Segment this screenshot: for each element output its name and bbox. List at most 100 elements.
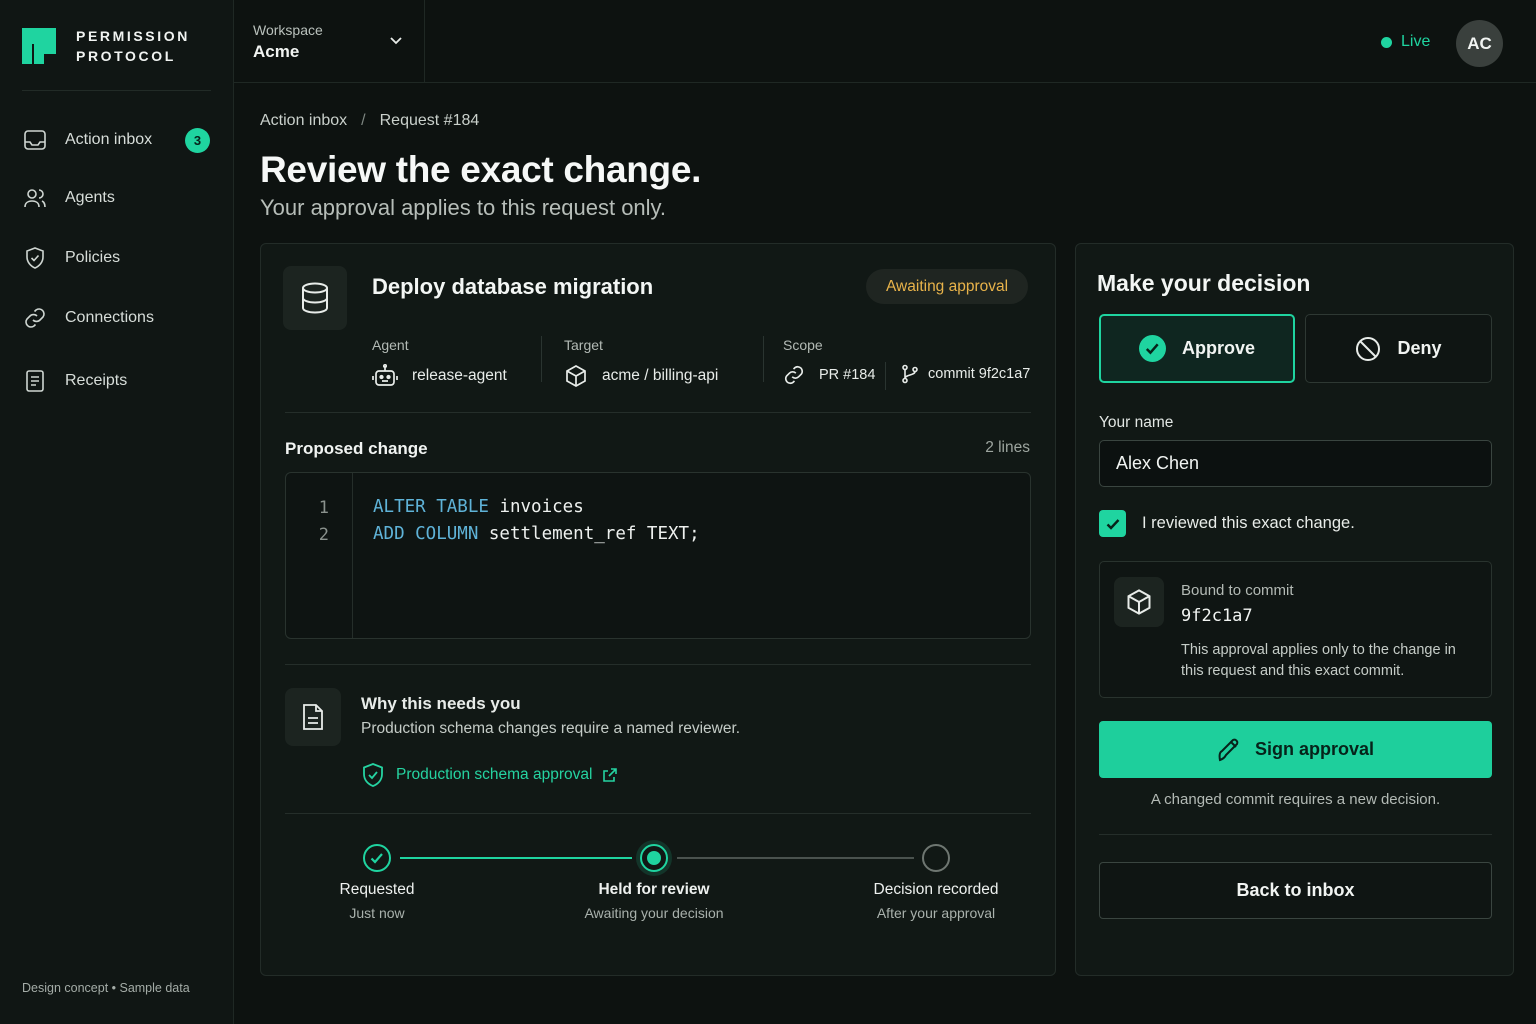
line-number: 2 <box>318 525 329 545</box>
target-label: Target <box>564 337 603 353</box>
bound-commit-label: Bound to commit <box>1181 582 1294 599</box>
step-held-sub: Awaiting your decision <box>584 905 724 921</box>
sign-approval-label: Sign approval <box>1254 739 1375 759</box>
step-pending-icon <box>922 844 950 872</box>
agent-label: Agent <box>372 337 409 353</box>
code-line: ADD COLUMN settlement_ref TEXT; <box>373 524 700 544</box>
page-title: Review the exact change. <box>260 149 702 190</box>
target-name: acme / billing-api <box>602 367 719 384</box>
reviewed-checkbox[interactable] <box>1099 510 1126 537</box>
section-divider <box>285 664 1031 665</box>
live-status: Live <box>1381 33 1430 51</box>
step-current-icon <box>640 844 668 872</box>
brand-line-1: PERMISSION <box>76 28 190 44</box>
status-badge: Awaiting approval <box>866 269 1029 304</box>
sidebar-item-receipts[interactable]: Receipts <box>22 361 212 401</box>
breadcrumb-parent-link[interactable]: Action inbox <box>260 112 347 130</box>
line-gutter: 1 2 <box>286 473 353 638</box>
deny-label: Deny <box>1397 338 1442 358</box>
workspace-switcher[interactable]: Workspace Acme <box>234 0 425 83</box>
inbox-icon <box>22 127 48 153</box>
sidebar-item-label: Connections <box>65 309 154 326</box>
back-to-inbox-button[interactable]: Back to inbox <box>1099 862 1492 919</box>
name-field[interactable] <box>1099 440 1492 487</box>
section-divider <box>285 412 1031 413</box>
chevron-down-icon <box>390 37 402 45</box>
git-branch-icon <box>902 364 918 384</box>
sidebar-footer: Design concept • Sample data <box>22 981 190 995</box>
sidebar-item-label: Receipts <box>65 372 128 389</box>
scope-pr[interactable]: PR #184 <box>783 364 875 386</box>
cube-icon <box>1114 577 1164 627</box>
robot-icon <box>372 364 398 386</box>
step-requested-icon <box>363 844 391 872</box>
link-icon <box>22 305 48 331</box>
sign-approval-button[interactable]: Sign approval <box>1099 721 1492 778</box>
code-line: ALTER TABLE invoices <box>373 497 584 517</box>
avatar[interactable]: AC <box>1456 20 1503 67</box>
decision-card: Make your decision Approve Deny Your nam… <box>1075 243 1514 976</box>
brand-logo[interactable]: PERMISSION PROTOCOL <box>22 26 190 66</box>
shield-icon <box>22 245 48 271</box>
sidebar-item-label: Agents <box>65 189 115 206</box>
deny-button[interactable]: Deny <box>1305 314 1492 383</box>
document-icon <box>285 688 341 746</box>
breadcrumb: Action inbox / Request #184 <box>260 112 479 130</box>
sidebar-item-agents[interactable]: Agents <box>22 178 212 218</box>
scope-commit[interactable]: commit 9f2c1a7 <box>901 364 1030 384</box>
live-dot-icon <box>1381 36 1392 48</box>
target-value: acme / billing-api <box>564 364 718 388</box>
step-held-label: Held for review <box>598 881 710 898</box>
sidebar-item-policies[interactable]: Policies <box>22 238 212 278</box>
sidebar-item-connections[interactable]: Connections <box>22 298 212 338</box>
sql-keyword: ADD COLUMN <box>373 524 479 544</box>
database-icon <box>283 266 347 330</box>
bound-commit-note: This approval applies only to the change… <box>1181 642 1456 679</box>
logo-mark-icon <box>22 28 56 64</box>
meta-divider <box>541 336 542 382</box>
receipt-icon <box>22 368 48 394</box>
shield-check-icon <box>363 763 383 787</box>
meta-divider <box>885 362 886 390</box>
pen-icon <box>1218 738 1239 761</box>
lines-count: 2 lines <box>985 439 1030 456</box>
code-block[interactable]: 1 2 ALTER TABLE invoices ADD COLUMN sett… <box>285 472 1031 639</box>
bound-commit-hash: 9f2c1a7 <box>1181 606 1253 626</box>
why-title: Why this needs you <box>361 694 521 713</box>
cube-icon <box>566 365 586 387</box>
section-divider <box>285 813 1031 814</box>
line-number: 1 <box>318 498 329 518</box>
request-card: Deploy database migration Awaiting appro… <box>260 243 1056 976</box>
sidebar: PERMISSION PROTOCOL Action inbox 3 Agent… <box>0 0 234 1024</box>
external-link-icon <box>603 768 618 782</box>
step-requested-label: Requested <box>339 881 415 898</box>
agent-name: release-agent <box>412 367 507 384</box>
approve-button[interactable]: Approve <box>1099 314 1295 383</box>
topbar: Workspace Acme Live AC <box>234 0 1536 83</box>
sidebar-item-action-inbox[interactable]: Action inbox 3 <box>22 120 212 160</box>
breadcrumb-current: Request #184 <box>379 112 480 129</box>
brand-name: PERMISSION PROTOCOL <box>76 26 190 66</box>
brand-line-2: PROTOCOL <box>76 48 176 64</box>
step-connector-pending <box>677 857 914 859</box>
inbox-count-badge: 3 <box>185 127 210 153</box>
reviewed-checkbox-row[interactable]: I reviewed this exact change. <box>1099 510 1355 537</box>
back-to-inbox-label: Back to inbox <box>1236 880 1355 900</box>
sql-text: settlement_ref TEXT; <box>478 524 700 544</box>
step-decision-label: Decision recorded <box>873 881 999 898</box>
checkmark-icon <box>1106 518 1119 530</box>
live-status-label: Live <box>1401 33 1431 50</box>
sign-note: A changed commit requires a new decision… <box>1150 791 1441 808</box>
approve-label: Approve <box>1181 338 1255 358</box>
sidebar-item-label: Action inbox <box>65 131 153 148</box>
ban-icon <box>1356 336 1381 361</box>
name-field-label: Your name <box>1099 414 1174 431</box>
step-decision-sub: After your approval <box>876 905 996 921</box>
scope-pr-label: PR #184 <box>819 367 876 383</box>
agent-value: release-agent <box>372 364 507 388</box>
step-connector-complete <box>400 857 632 859</box>
step-requested-sub: Just now <box>349 905 405 921</box>
bound-commit-box: Bound to commit 9f2c1a7 This approval ap… <box>1099 561 1492 698</box>
scope-commit-label: commit 9f2c1a7 <box>928 366 1031 382</box>
policy-link[interactable]: Production schema approval <box>361 762 618 788</box>
